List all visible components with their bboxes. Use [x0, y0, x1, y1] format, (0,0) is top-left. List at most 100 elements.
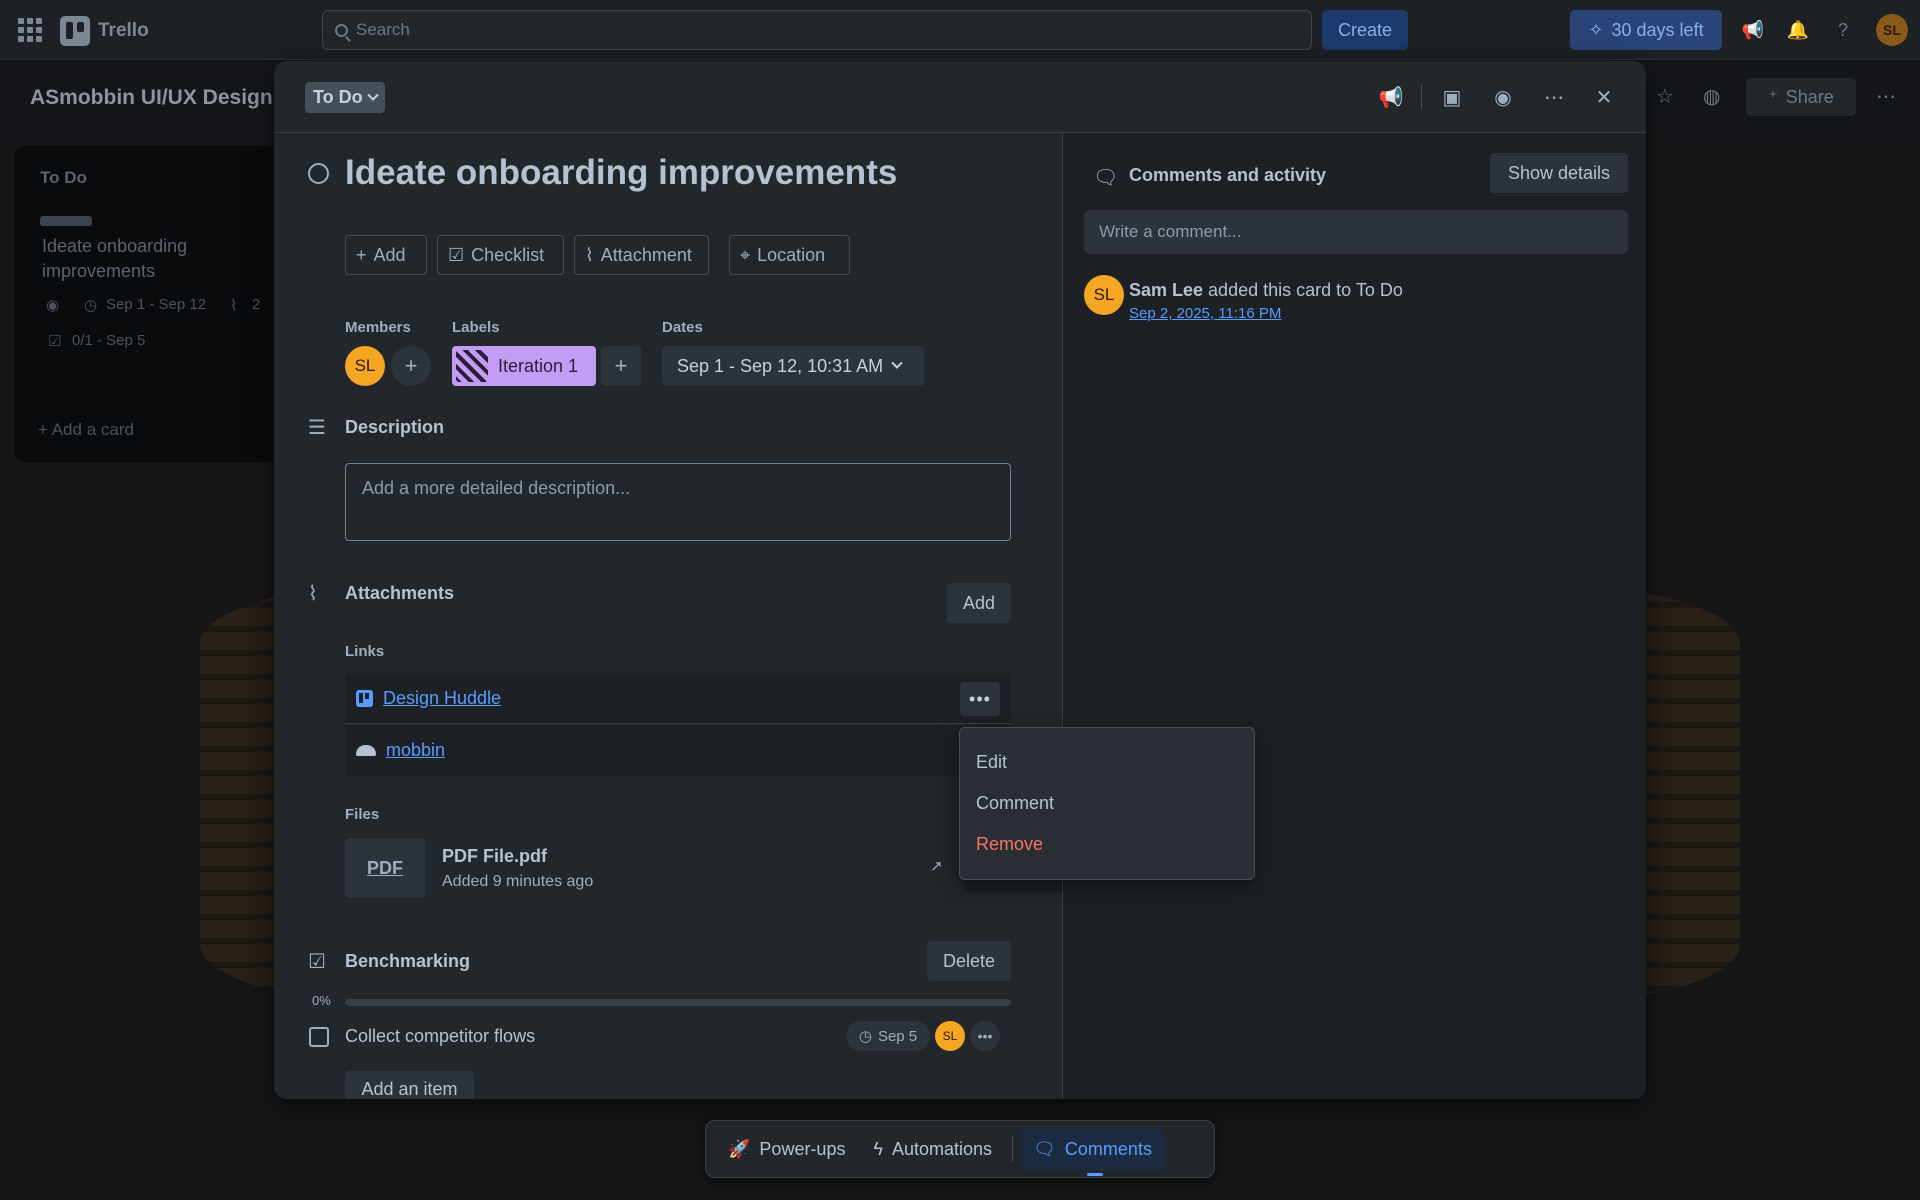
link-row: Design Huddle [345, 673, 1011, 724]
links-label: Links [345, 643, 385, 660]
add-button[interactable]: + Add [345, 235, 427, 275]
card-label-bar [40, 216, 92, 226]
checklist-item-text[interactable]: Collect competitor flows [345, 1026, 535, 1047]
search-input[interactable] [356, 20, 1256, 40]
delete-checklist-button[interactable]: Delete [927, 941, 1011, 981]
link-mobbin[interactable]: mobbin [386, 740, 445, 761]
link-more-button[interactable]: ••• [960, 682, 1000, 716]
header-divider [1421, 85, 1422, 109]
show-details-button[interactable]: Show details [1490, 153, 1628, 193]
file-name[interactable]: PDF File.pdf [442, 846, 547, 867]
board-title[interactable]: ASmobbin UI/UX Design [30, 86, 273, 110]
description-input[interactable]: Add a more detailed description... [345, 463, 1011, 541]
search-bar[interactable] [322, 10, 1312, 50]
checklist-button[interactable]: ☑ Checklist [437, 235, 564, 275]
dates-label: Dates [662, 319, 703, 336]
activity-user[interactable]: Sam Lee [1129, 280, 1203, 300]
board-menu-icon[interactable]: ⋯ [1876, 84, 1896, 109]
clock-icon: ◷ [858, 1028, 872, 1045]
more-icon[interactable]: ⋯ [1540, 83, 1568, 111]
comment-input[interactable] [1084, 210, 1628, 254]
checklist-label: Checklist [471, 244, 545, 265]
list-status-dropdown[interactable]: To Do [305, 82, 385, 113]
menu-item-edit[interactable]: Edit [960, 742, 1254, 783]
item-assignee-avatar[interactable]: SL [935, 1021, 965, 1051]
card-dates: Sep 1 - Sep 12 [106, 296, 207, 313]
board-card-title[interactable]: Ideate onboarding improvements [42, 234, 242, 284]
list-status-label: To Do [313, 87, 363, 107]
add-attachment-button[interactable]: Add [947, 583, 1011, 623]
cover-image-icon[interactable]: ▣ [1438, 83, 1466, 111]
create-button[interactable]: Create [1322, 10, 1408, 50]
plus-icon: + [356, 244, 367, 265]
list-title[interactable]: To Do [40, 168, 87, 188]
checklist-title: Benchmarking [345, 951, 471, 971]
checklist-icon: ☑ [48, 333, 62, 350]
label-name: Iteration 1 [498, 355, 579, 376]
activity-avatar[interactable]: SL [1084, 275, 1124, 315]
bell-icon[interactable]: 🔔 [1786, 18, 1810, 42]
attachment-label: Attachment [600, 244, 692, 265]
item-due-date[interactable]: ◷ Sep 5 [846, 1021, 930, 1051]
share-button[interactable]: ⁺ Share [1746, 78, 1856, 116]
close-icon[interactable]: ✕ [1590, 83, 1618, 111]
link-design-huddle[interactable]: Design Huddle [383, 688, 501, 709]
checklist-item-checkbox[interactable] [309, 1027, 329, 1047]
power-ups-button[interactable]: 🚀 Power-ups [716, 1128, 857, 1170]
comment-icon: 🗨 [1093, 167, 1119, 189]
trial-button[interactable]: ✧ 30 days left [1570, 10, 1722, 50]
attachment-button[interactable]: ⌇ Attachment [574, 235, 709, 275]
open-external-icon[interactable]: ↗ [930, 857, 943, 875]
attachments-title: Attachments [345, 583, 455, 603]
trial-label: 30 days left [1611, 19, 1704, 40]
activity-entry: Sam Lee added this card to To Do [1129, 280, 1403, 301]
item-due-label: Sep 5 [877, 1027, 918, 1045]
add-card-label: Add a card [51, 420, 134, 439]
comments-button[interactable]: 🗨 Comments [1021, 1128, 1164, 1176]
user-avatar[interactable]: SL [1876, 14, 1908, 46]
link-row: mobbin [345, 725, 1011, 776]
checklist-icon: ☑ [308, 951, 326, 973]
item-more-button[interactable]: ••• [970, 1021, 1000, 1051]
add-item-button[interactable]: Add an item [345, 1071, 474, 1099]
modal-header: To Do 📢 ▣ ◉ ⋯ ✕ [274, 61, 1646, 133]
label-chip[interactable]: Iteration 1 [452, 346, 596, 386]
comment-icon: 🗨 [1033, 1138, 1056, 1159]
location-button[interactable]: ⌖ Location [729, 235, 850, 275]
app-switcher-icon[interactable] [18, 18, 42, 42]
card-title[interactable]: Ideate onboarding improvements [345, 153, 897, 193]
menu-item-remove[interactable]: Remove [960, 824, 1254, 865]
activity-timestamp[interactable]: Sep 2, 2025, 11:16 PM [1129, 305, 1281, 322]
activity-action: added this card to To Do [1203, 280, 1403, 300]
automations-button[interactable]: ϟ Automations [861, 1128, 1004, 1170]
dates-dropdown[interactable]: Sep 1 - Sep 12, 10:31 AM [662, 346, 924, 386]
chevron-down-icon [891, 357, 903, 369]
watch-icon: ◉ [46, 297, 60, 314]
add-member-button[interactable]: + [391, 346, 431, 386]
complete-toggle[interactable] [308, 163, 329, 184]
member-avatar[interactable]: SL [345, 346, 385, 386]
watch-icon[interactable]: ◉ [1489, 83, 1517, 111]
menu-item-comment[interactable]: Comment [960, 783, 1254, 824]
trello-logo[interactable]: Trello [60, 16, 149, 46]
search-icon [335, 23, 348, 37]
mobbin-icon [356, 745, 376, 756]
add-card-button[interactable]: + Add a card [38, 420, 134, 440]
megaphone-icon[interactable]: 📢 [1377, 83, 1405, 111]
help-icon[interactable]: ? [1831, 18, 1855, 42]
app-name: Trello [98, 20, 149, 41]
rocket-icon: 🚀 [728, 1138, 751, 1159]
trello-logo-icon [60, 16, 90, 46]
card-checklist-status: 0/1 - Sep 5 [72, 332, 146, 349]
card-modal: To Do 📢 ▣ ◉ ⋯ ✕ Ideate onboarding improv… [274, 61, 1646, 1099]
members-label: Members [345, 319, 411, 336]
dock-divider [1012, 1136, 1014, 1162]
add-label-button[interactable]: + [601, 346, 641, 386]
lightning-icon: ϟ [873, 1138, 883, 1159]
megaphone-icon[interactable]: 📢 [1741, 18, 1765, 42]
clock-icon: ◷ [84, 297, 98, 314]
globe-icon[interactable]: ◍ [1703, 84, 1720, 109]
star-icon[interactable]: ☆ [1656, 84, 1674, 109]
file-thumbnail[interactable]: PDF [345, 838, 425, 898]
description-title: Description [345, 417, 445, 437]
